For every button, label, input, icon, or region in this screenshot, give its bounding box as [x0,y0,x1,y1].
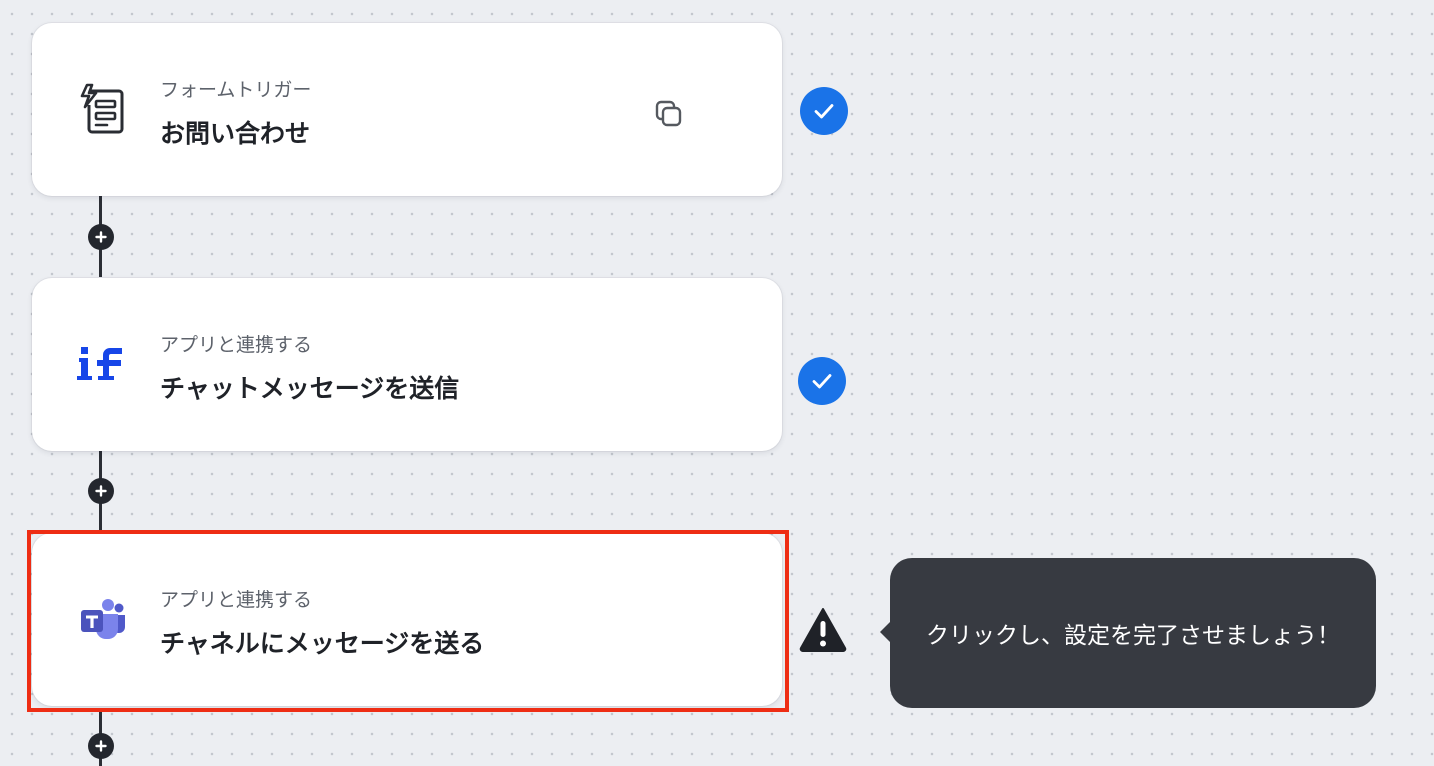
step-warning-icon [798,606,848,652]
add-step-button[interactable] [88,733,114,759]
flow-step-card-form-trigger[interactable]: フォームトリガー お問い合わせ [32,23,782,196]
tooltip-text: クリックし、設定を完了させましょう！ [926,623,1340,649]
step-title: チャットメッセージを送信 [160,374,460,403]
plus-icon [95,740,107,752]
add-step-button[interactable] [88,478,114,504]
tooltip-arrow [880,621,891,643]
step-type-label: アプリと連携する [160,589,313,611]
step-type-label: アプリと連携する [160,334,313,356]
plus-icon [95,485,107,497]
step-complete-check-icon [800,87,848,135]
setup-hint-tooltip: クリックし、設定を完了させましょう！ [880,558,1376,708]
copy-step-button[interactable] [650,95,688,133]
add-step-button[interactable] [88,224,114,250]
flow-step-card-chat-message[interactable]: アプリと連携する チャットメッセージを送信 [32,278,782,451]
copy-icon [655,100,682,127]
microsoft-teams-icon [76,591,128,647]
step-type-label: フォームトリガー [160,79,312,101]
form-trigger-icon [76,81,128,137]
flow-step-card-teams-message[interactable]: アプリと連携する チャネルにメッセージを送る [32,533,782,706]
plus-icon [95,231,107,243]
step-title: チャネルにメッセージを送る [160,629,485,658]
step-title: お問い合わせ [160,119,311,148]
step-complete-check-icon [798,357,846,405]
if-app-logo-icon [76,336,128,392]
